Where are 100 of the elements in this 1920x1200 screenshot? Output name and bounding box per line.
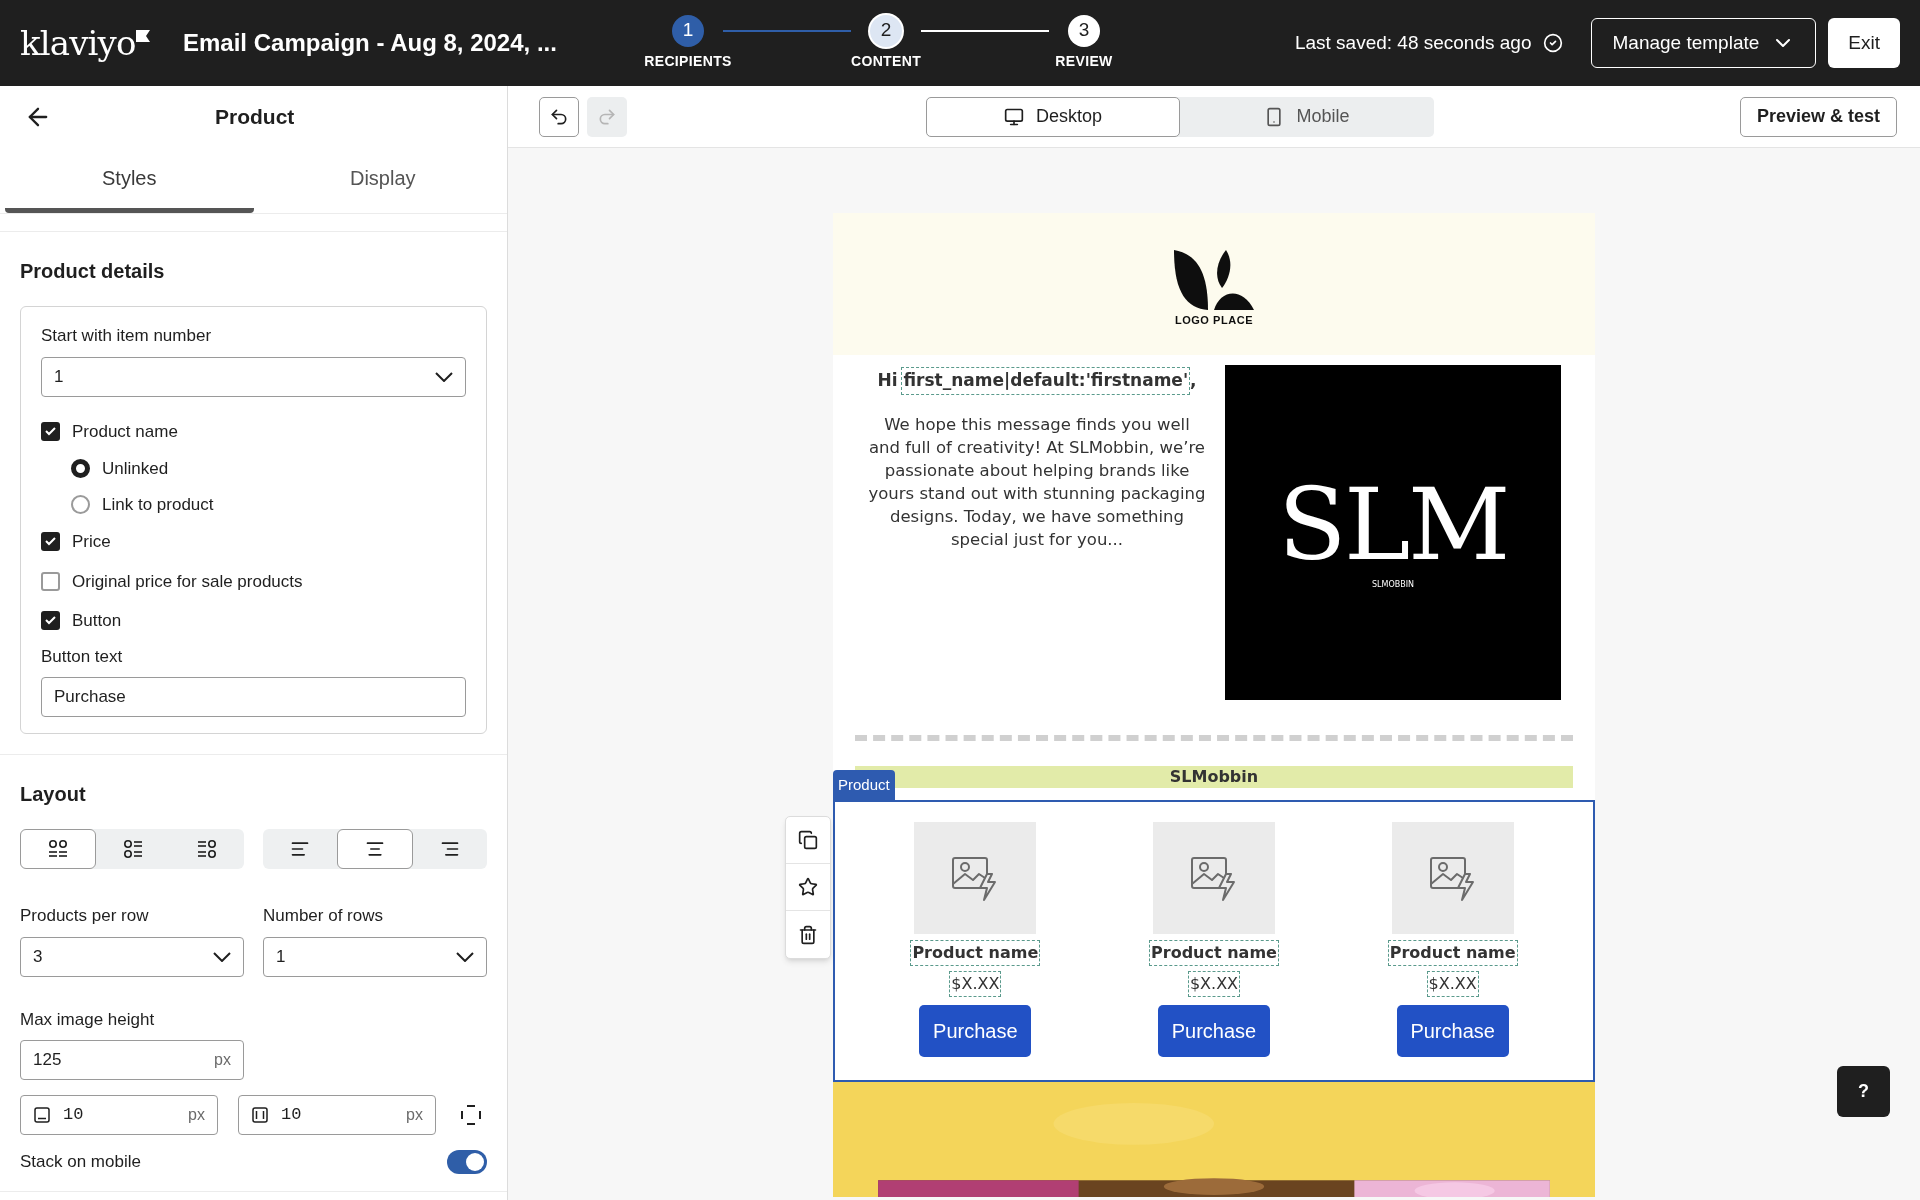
option-label: Unlinked	[102, 458, 169, 480]
exit-button[interactable]: Exit	[1828, 18, 1900, 68]
star-icon[interactable]	[798, 877, 818, 897]
step-label: RECIPIENTS	[644, 51, 732, 71]
purchase-button[interactable]: Purchase	[1158, 1005, 1270, 1057]
field-label: Start with item number	[41, 325, 213, 347]
section-heading: Layout	[20, 782, 87, 807]
campaign-title: Email Campaign - Aug 8, 2024, ...	[183, 28, 558, 58]
item-number-select[interactable]: 1	[41, 356, 466, 397]
align-left-icon	[290, 839, 310, 859]
field-label: Products per row	[20, 905, 150, 927]
undo-button[interactable]	[539, 96, 579, 137]
panel-tab[interactable]: Styles	[5, 148, 254, 213]
leaf-logo-icon	[1172, 247, 1256, 312]
step-label: CONTENT	[850, 51, 922, 71]
field-value: 125	[33, 1049, 62, 1072]
image-height-field[interactable]: 125 px	[20, 1040, 244, 1080]
select-value: 1	[54, 365, 64, 388]
email-body-text: We hope this message finds you well and full of creativity! At SLMobbin, we’re passionate about helping brands like yours stand out with stunning packaging designs. Today, we have something special just for you...	[867, 413, 1207, 551]
panel-tab[interactable]: Display	[258, 148, 507, 213]
button-text-field[interactable]: Purchase	[41, 677, 466, 717]
undo-icon	[549, 106, 569, 127]
checkbox[interactable]	[41, 611, 60, 631]
radio-button[interactable]	[71, 459, 90, 479]
block-label: Product	[833, 770, 895, 800]
brand-logo-text: SLM	[1278, 474, 1508, 575]
chevron-down-icon	[435, 371, 453, 382]
redo-icon	[597, 106, 617, 127]
unit-label: px	[214, 1050, 231, 1070]
product-price: $X.XX	[949, 971, 1002, 997]
radio-button[interactable]	[71, 494, 90, 514]
checkbox[interactable]	[41, 532, 60, 552]
check-icon	[45, 426, 56, 436]
layout-icon	[46, 838, 70, 860]
section-heading: Product details	[20, 259, 166, 284]
field-label: Button text	[41, 645, 124, 668]
layout-icon	[121, 838, 145, 860]
chevron-down-icon	[456, 951, 474, 962]
select-value: 3	[33, 945, 43, 968]
product-name: Product name	[1149, 940, 1279, 966]
monitor-icon	[1003, 106, 1024, 127]
field-value: Purchase	[54, 686, 126, 709]
option-label: Button	[72, 610, 122, 632]
align-option[interactable]	[337, 829, 413, 869]
field-label: Max image height	[20, 1008, 156, 1031]
field-label: Number of rows	[263, 905, 384, 927]
check-circle-icon	[1543, 33, 1564, 53]
help-button[interactable]: ?	[1837, 1066, 1890, 1117]
brand-logo: klaviyo	[20, 26, 136, 60]
product-price: $X.XX	[1426, 971, 1479, 997]
option-label: Price	[72, 531, 111, 553]
option-label: Original price for sale products	[72, 570, 303, 593]
option-label: Stack on mobile	[20, 1151, 141, 1173]
padding-icon	[251, 1106, 269, 1124]
step-label: REVIEW	[1055, 51, 1113, 71]
rows-select[interactable]: 1	[263, 936, 487, 977]
checkbox[interactable]	[41, 421, 60, 441]
step-number[interactable]: 2	[870, 14, 902, 47]
field-value: 10	[281, 1104, 302, 1127]
layout-icon	[195, 838, 219, 860]
purchase-button[interactable]: Purchase	[1396, 1005, 1509, 1057]
step-number[interactable]: 3	[1068, 14, 1100, 47]
product-block[interactable]: Product name $X.XX Purchase Product name $X.XX Purchase Product name $X.XX Purchase	[833, 800, 1595, 1082]
view-toggle[interactable]: Desktop	[926, 96, 1180, 137]
field-value: 10	[63, 1104, 84, 1127]
brand-logo-caption: SLMOBBIN	[1371, 578, 1415, 591]
flag-icon	[135, 30, 150, 42]
greeting-text: ,	[1190, 369, 1197, 392]
padding-field[interactable]: 10 px	[238, 1095, 436, 1135]
option-label: Link to product	[102, 493, 214, 516]
manage-template-button[interactable]: Manage template	[1591, 18, 1817, 68]
padding-icon	[33, 1106, 51, 1124]
padding-link-icon[interactable]	[459, 1103, 483, 1127]
view-toggle[interactable]: Mobile	[1180, 96, 1434, 137]
save-status: Last saved: 48 seconds ago	[1294, 30, 1532, 55]
greeting-text: Hi	[877, 369, 898, 392]
select-value: 1	[276, 945, 286, 968]
panel-title: Product	[215, 104, 295, 131]
check-icon	[45, 616, 56, 626]
preview-button[interactable]: Preview & test	[1739, 96, 1897, 137]
logo-text: LOGO PLACE	[1174, 312, 1254, 328]
align-center-icon	[365, 839, 385, 859]
purchase-button[interactable]: Purchase	[919, 1005, 1032, 1057]
product-price: $X.XX	[1187, 971, 1241, 997]
step-number[interactable]: 1	[672, 14, 704, 47]
check-icon	[45, 537, 56, 547]
option-label: Product name	[72, 420, 178, 443]
padding-field[interactable]: 10 px	[20, 1095, 218, 1135]
checkbox[interactable]	[41, 571, 60, 591]
chevron-down-icon	[213, 951, 231, 962]
stack-toggle[interactable]	[447, 1149, 487, 1174]
unit-label: px	[188, 1105, 205, 1125]
product-name: Product name	[1387, 940, 1518, 966]
delete-icon[interactable]	[798, 924, 818, 945]
align-right-icon	[440, 839, 460, 859]
unit-label: px	[406, 1105, 423, 1125]
layout-option[interactable]	[20, 829, 96, 869]
products-per-row-select[interactable]: 3	[20, 936, 244, 977]
copy-icon[interactable]	[798, 830, 818, 850]
merge-tag: first_name|default:'firstname'	[901, 367, 1191, 395]
